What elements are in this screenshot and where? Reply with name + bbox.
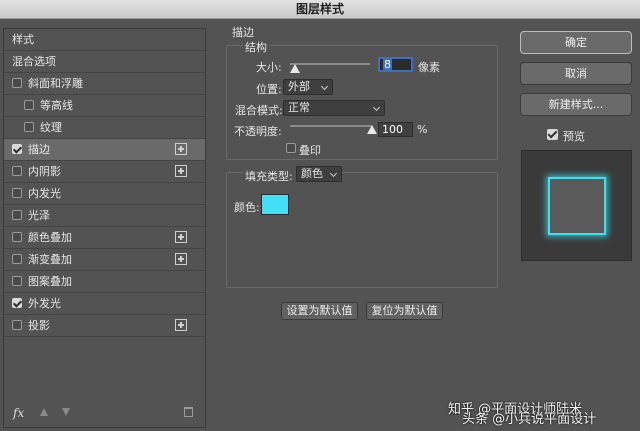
structure-title: 结构 <box>243 39 269 55</box>
size-slider-track[interactable] <box>290 63 370 65</box>
opacity-slider-track[interactable] <box>290 125 372 127</box>
style-item-label: 纹理 <box>40 121 62 134</box>
add-style-plus-icon[interactable] <box>175 231 187 243</box>
cancel-button[interactable]: 取消 <box>520 62 632 85</box>
style-item[interactable]: 投影 <box>4 315 205 337</box>
style-item[interactable]: 内阴影 <box>4 161 205 183</box>
add-style-plus-icon[interactable] <box>175 143 187 155</box>
style-item-label: 渐变叠加 <box>28 253 72 266</box>
style-checkbox[interactable] <box>12 320 22 330</box>
opacity-unit: % <box>417 123 428 136</box>
opacity-slider-thumb[interactable] <box>367 125 377 134</box>
style-item-label: 混合选项 <box>12 55 56 68</box>
trash-icon[interactable] <box>184 407 193 417</box>
chevron-down-icon <box>320 82 329 91</box>
stroke-section-title: 描边 <box>232 26 254 39</box>
style-item[interactable]: 光泽 <box>4 205 205 227</box>
opacity-value: 100 <box>382 123 403 136</box>
style-item-label: 外发光 <box>28 297 61 310</box>
style-checkbox[interactable] <box>24 100 34 110</box>
style-item[interactable]: 描边 <box>4 139 205 161</box>
ok-button[interactable]: 确定 <box>520 31 632 54</box>
new-style-button[interactable]: 新建样式... <box>520 93 632 116</box>
size-label: 大小: <box>256 61 282 74</box>
move-down-icon[interactable] <box>62 408 70 416</box>
fill-group <box>226 172 498 288</box>
chevron-down-icon <box>329 169 338 178</box>
style-item-label: 内阴影 <box>28 165 61 178</box>
preview-label: 预览 <box>563 130 585 143</box>
style-item[interactable]: 渐变叠加 <box>4 249 205 271</box>
style-item[interactable]: 外发光 <box>4 293 205 315</box>
style-checkbox[interactable] <box>12 276 22 286</box>
position-label: 位置: <box>256 83 282 96</box>
blend-mode-select[interactable]: 正常 <box>283 100 385 116</box>
opacity-label: 不透明度: <box>234 125 282 138</box>
style-item-label: 等高线 <box>40 99 73 112</box>
styles-list: 样式混合选项斜面和浮雕等高线纹理描边内阴影内发光光泽颜色叠加渐变叠加图案叠加外发… <box>3 28 206 428</box>
blend-mode-label: 混合模式: <box>235 104 283 117</box>
style-checkbox[interactable] <box>12 298 22 308</box>
style-checkbox[interactable] <box>12 232 22 242</box>
style-item-label: 颜色叠加 <box>28 231 72 244</box>
size-input[interactable]: 8 <box>378 57 413 72</box>
styles-footer: fx <box>4 401 205 427</box>
size-slider-thumb[interactable] <box>290 64 300 73</box>
preview-checkbox[interactable] <box>547 129 558 140</box>
overprint-label: 叠印 <box>299 144 321 157</box>
style-item[interactable]: 混合选项 <box>4 51 205 73</box>
reset-default-button[interactable]: 复位为默认值 <box>366 302 443 320</box>
style-item[interactable]: 内发光 <box>4 183 205 205</box>
preview-shape <box>548 177 606 235</box>
style-checkbox[interactable] <box>24 122 34 132</box>
window-title: 图层样式 <box>0 0 640 19</box>
style-item-label: 斜面和浮雕 <box>28 77 83 90</box>
fill-type-label: 填充类型: <box>243 168 295 184</box>
move-up-icon[interactable] <box>40 408 48 416</box>
style-checkbox[interactable] <box>12 210 22 220</box>
style-checkbox[interactable] <box>12 144 22 154</box>
style-item-label: 内发光 <box>28 187 61 200</box>
chevron-down-icon <box>372 103 381 112</box>
style-item-label: 样式 <box>12 33 34 46</box>
preview-thumbnail <box>521 150 632 261</box>
style-item-label: 光泽 <box>28 209 50 222</box>
add-style-plus-icon[interactable] <box>175 319 187 331</box>
style-item[interactable]: 斜面和浮雕 <box>4 73 205 95</box>
style-item[interactable]: 纹理 <box>4 117 205 139</box>
overprint-checkbox[interactable] <box>286 143 296 153</box>
fill-type-value: 颜色 <box>301 167 323 180</box>
style-item[interactable]: 样式 <box>4 29 205 51</box>
size-unit: 像素 <box>418 61 440 74</box>
style-item-label: 投影 <box>28 319 50 332</box>
style-item-label: 图案叠加 <box>28 275 72 288</box>
add-style-plus-icon[interactable] <box>175 253 187 265</box>
blend-mode-value: 正常 <box>288 101 310 114</box>
fill-type-select[interactable]: 颜色 <box>296 166 342 182</box>
style-checkbox[interactable] <box>12 166 22 176</box>
style-checkbox[interactable] <box>12 254 22 264</box>
fx-menu-button[interactable]: fx <box>13 406 24 420</box>
style-checkbox[interactable] <box>12 78 22 88</box>
set-default-button[interactable]: 设置为默认值 <box>281 302 358 320</box>
position-value: 外部 <box>288 80 310 93</box>
size-value: 8 <box>383 58 392 71</box>
style-item[interactable]: 等高线 <box>4 95 205 117</box>
color-label: 颜色: <box>234 201 260 214</box>
color-swatch[interactable] <box>261 194 289 215</box>
opacity-input[interactable]: 100 <box>378 122 413 137</box>
add-style-plus-icon[interactable] <box>175 165 187 177</box>
style-item[interactable]: 颜色叠加 <box>4 227 205 249</box>
position-select[interactable]: 外部 <box>283 79 333 95</box>
style-item-label: 描边 <box>28 143 50 156</box>
style-item[interactable]: 图案叠加 <box>4 271 205 293</box>
watermark-toutiao: 头条 @小兵说平面设计 <box>462 412 597 427</box>
style-checkbox[interactable] <box>12 188 22 198</box>
